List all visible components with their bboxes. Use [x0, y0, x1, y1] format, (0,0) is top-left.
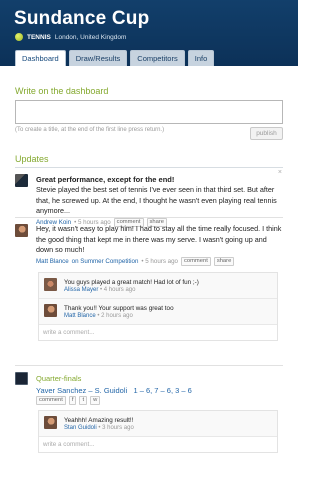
timestamp: • 2 hours ago: [97, 312, 133, 319]
update-post: Quarter-finals Yaver Sanchez – S. Guidol…: [15, 366, 283, 453]
hint-row: (To create a title, at the end of the fi…: [15, 127, 283, 140]
avatar[interactable]: [15, 224, 28, 237]
facebook-share-button[interactable]: f: [68, 396, 77, 405]
timestamp: • 4 hours ago: [100, 286, 136, 293]
match-score[interactable]: Yaver Sanchez – S. Guidoli 1 – 6, 7 – 6,…: [36, 386, 283, 395]
match-sets: 1 – 6, 7 – 6, 3 – 6: [133, 386, 192, 395]
twitter-share-button[interactable]: t: [79, 396, 88, 405]
post-meta: Matt Blance on Summer Competition • 5 ho…: [36, 256, 283, 266]
comment-button[interactable]: comment: [36, 396, 66, 405]
tab-dashboard[interactable]: Dashboard: [15, 50, 66, 66]
web-share-button[interactable]: w: [90, 396, 101, 405]
author-link[interactable]: Alissa Mayer: [64, 287, 98, 293]
tab-competitors[interactable]: Competitors: [130, 50, 185, 66]
comment-thread: Yeahhh! Amazing result!! Stan Guidoli • …: [38, 410, 278, 453]
avatar[interactable]: [44, 416, 57, 429]
event-subline: TENNIS London, United Kingdom: [15, 33, 126, 41]
avatar[interactable]: [15, 174, 28, 187]
timestamp: • 3 hours ago: [98, 425, 134, 431]
comment: Thank you!! Your support was great too M…: [39, 299, 277, 325]
comment-text: Yeahhh! Amazing result!!: [64, 417, 134, 424]
post-meta: comment f t w: [36, 396, 283, 405]
comment-button[interactable]: comment: [180, 256, 211, 266]
post-title: Great performance, except for the end!: [36, 175, 175, 184]
match-players: Yaver Sanchez – S. Guidoli: [36, 386, 128, 395]
comment-meta: Alissa Mayer • 4 hours ago: [64, 287, 273, 293]
comment-text: Thank you!! Your support was great too: [64, 304, 174, 312]
page-title: Sundance Cup: [14, 8, 150, 29]
updates-title: Updates: [15, 154, 283, 168]
comment: Yeahhh! Amazing result!! Stan Guidoli • …: [39, 411, 277, 437]
publish-button[interactable]: publish: [250, 127, 283, 140]
comment-meta: Matt Blance • 2 hours ago: [64, 313, 273, 319]
source-link[interactable]: on Summer Competition: [72, 258, 139, 265]
timestamp: • 5 hours ago: [141, 257, 178, 265]
write-comment-input[interactable]: write a comment...: [39, 324, 277, 340]
location-label: London, United Kingdom: [54, 33, 127, 41]
comment-thread: You guys played a great match! Had lot o…: [38, 271, 278, 341]
post-text: Hey, it wasn't easy to play him! I had t…: [36, 224, 282, 254]
tab-draw-results[interactable]: Draw/Results: [68, 50, 128, 66]
close-icon[interactable]: ×: [278, 169, 282, 176]
tab-info[interactable]: Info: [187, 50, 215, 66]
share-button[interactable]: share: [213, 256, 235, 266]
update-post: × Great performance, except for the end!…: [15, 168, 283, 227]
tennis-ball-icon: [15, 33, 23, 41]
author-link[interactable]: Matt Blance: [36, 258, 69, 265]
sport-label: TENNIS: [27, 33, 51, 41]
textarea-hint: (To create a title, at the end of the fi…: [15, 127, 165, 133]
comment-text: You guys played a great match! Had lot o…: [64, 278, 199, 286]
author-link[interactable]: Matt Blance: [64, 313, 96, 319]
comment-meta: Stan Guidoli • 3 hours ago: [64, 425, 273, 431]
match-round-title[interactable]: Quarter-finals: [36, 374, 283, 383]
post-text: Stevie played the best set of tennis I'v…: [36, 185, 277, 215]
write-comment-input[interactable]: write a comment...: [39, 437, 277, 452]
dashboard-textarea[interactable]: [15, 100, 283, 124]
tab-bar: Dashboard Draw/Results Competitors Info: [15, 50, 215, 66]
avatar[interactable]: [44, 303, 57, 317]
comment: You guys played a great match! Had lot o…: [39, 273, 277, 299]
write-section-title: Write on the dashboard: [15, 86, 109, 96]
update-post: Hey, it wasn't easy to play him! I had t…: [15, 218, 283, 366]
avatar[interactable]: [44, 277, 57, 291]
schedule-icon: [15, 372, 28, 385]
author-link[interactable]: Stan Guidoli: [64, 425, 97, 431]
header: Sundance Cup TENNIS London, United Kingd…: [0, 0, 298, 66]
